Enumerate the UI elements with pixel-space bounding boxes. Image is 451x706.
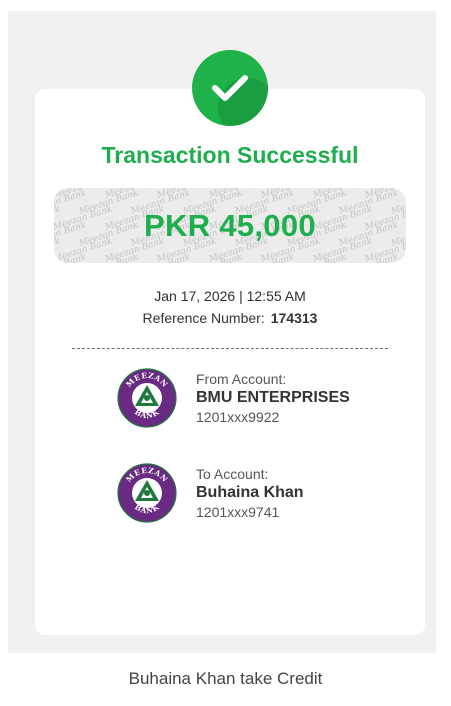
from-account-number: 1201xxx9922: [196, 409, 280, 425]
meezan-bank-logo-icon: MEEZAN BANK: [117, 368, 177, 428]
to-account: MEEZAN BANK To Account: Buhaina Khan 120…: [117, 463, 407, 527]
from-account: MEEZAN BANK From Account: BMU ENTERPRISE…: [117, 368, 407, 432]
transaction-status-title: Transaction Successful: [101, 142, 359, 168]
to-account-caption: To Account:: [196, 466, 269, 482]
reference-value: 174313: [270, 310, 318, 326]
transaction-amount: PKR 45,000: [144, 207, 316, 243]
reference-number: Reference Number: 174313: [35, 310, 425, 326]
dashed-divider: [72, 348, 388, 349]
to-account-name: Buhaina Khan: [196, 484, 304, 501]
receipt-card: Transaction Successful Meezan Bank Meezan…: [35, 89, 425, 635]
reference-label: Reference Number:: [142, 310, 265, 326]
transaction-datetime: Jan 17, 2026 | 12:55 AM: [154, 288, 306, 304]
credit-caption: Buhaina Khan take Credit: [128, 669, 323, 688]
meezan-bank-logo-icon: MEEZAN BANK: [117, 463, 177, 523]
success-check-icon: [192, 50, 268, 126]
from-account-caption: From Account:: [196, 371, 287, 387]
from-account-name: BMU ENTERPRISES: [196, 389, 350, 406]
receipt-frame: Transaction Successful Meezan Bank Meezan…: [8, 11, 436, 653]
to-account-number: 1201xxx9741: [196, 504, 280, 520]
amount-panel: Meezan Bank Meezan Bank Meezan Bank Meezan …: [54, 188, 406, 263]
